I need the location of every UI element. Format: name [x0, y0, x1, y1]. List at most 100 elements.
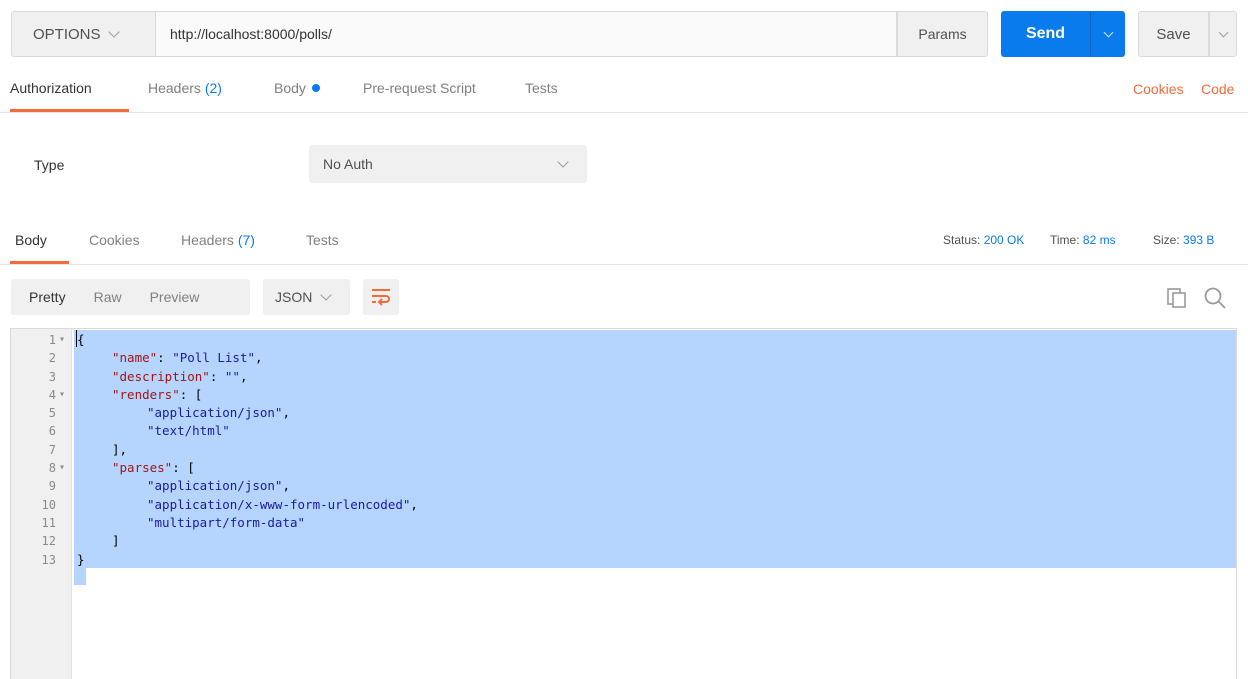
- text-selection-end: [74, 568, 86, 585]
- json-punctuation: {: [77, 332, 85, 347]
- line-number: 7: [48, 442, 56, 457]
- json-punctuation: :: [209, 368, 225, 384]
- json-key: "name": [112, 350, 158, 366]
- response-tab-headers-label: Headers: [181, 232, 234, 248]
- tab-pre-request-script[interactable]: Pre-request Script: [363, 80, 476, 96]
- code-text: ]: [112, 532, 120, 550]
- code-line: 7],: [11, 441, 1236, 459]
- copy-icon[interactable]: [1166, 287, 1188, 309]
- tab-authorization[interactable]: Authorization: [10, 80, 92, 96]
- method-select[interactable]: OPTIONS: [11, 11, 155, 57]
- line-number: 8: [48, 461, 56, 476]
- response-tab-body[interactable]: Body: [15, 232, 47, 248]
- code-line: 6 "text/html": [11, 422, 1236, 440]
- json-punctuation: ,: [255, 350, 263, 366]
- chevron-down-icon: [107, 25, 120, 38]
- send-options-button[interactable]: [1090, 11, 1125, 57]
- status-value: 200 OK: [983, 233, 1025, 247]
- size-value: 393 B: [1183, 233, 1215, 247]
- chevron-down-icon: [557, 156, 569, 168]
- code-text: "renders": [: [112, 386, 202, 404]
- send-button[interactable]: Send: [1001, 11, 1090, 57]
- save-button[interactable]: Save: [1138, 11, 1209, 57]
- code-line: 8 ▾ "parses": [: [11, 459, 1236, 477]
- json-punctuation: ,: [282, 478, 290, 494]
- json-string: "application/json": [147, 405, 283, 421]
- headers-count: (2): [204, 80, 222, 96]
- size-readout: Size: 393 B: [1153, 233, 1214, 247]
- time-value: 82 ms: [1082, 233, 1116, 247]
- json-punctuation: ],: [112, 441, 128, 457]
- code-text: ],: [112, 441, 127, 459]
- json-punctuation: ,: [282, 405, 290, 421]
- fold-toggle-icon[interactable]: ▾: [59, 331, 65, 349]
- code-line: 2 "name": "Poll List",: [11, 349, 1236, 367]
- status-readout: Status: 200 OK: [943, 233, 1024, 247]
- line-number: 4: [48, 387, 56, 402]
- code-text: "text/html": [147, 422, 230, 440]
- json-string: "text/html": [147, 423, 230, 439]
- wrap-lines-icon: [372, 289, 390, 306]
- code-text: "application/x-www-form-urlencoded",: [147, 496, 418, 514]
- json-string: "application/json": [147, 478, 283, 494]
- code-text: {: [77, 331, 85, 349]
- view-mode-raw[interactable]: Raw: [94, 289, 122, 305]
- code-line: 1 ▾ {: [11, 331, 1236, 349]
- json-punctuation: : [: [172, 460, 195, 476]
- auth-type-label: Type: [34, 157, 65, 173]
- line-number: 3: [48, 369, 56, 384]
- response-tab-cookies[interactable]: Cookies: [89, 232, 140, 248]
- code-line: 10 "application/x-www-form-urlencoded",: [11, 496, 1236, 514]
- size-label: Size:: [1153, 233, 1180, 247]
- method-label: OPTIONS: [33, 25, 101, 43]
- code-text: }: [77, 551, 85, 569]
- line-number: 13: [41, 552, 56, 567]
- json-key: "description": [112, 368, 210, 384]
- tab-headers-label: Headers: [148, 80, 201, 96]
- active-response-tab-indicator: [10, 261, 69, 264]
- fold-toggle-icon[interactable]: ▾: [59, 459, 65, 477]
- line-number: 1: [48, 333, 56, 347]
- code-line: 11 "multipart/form-data": [11, 514, 1236, 532]
- code-link[interactable]: Code: [1201, 81, 1234, 97]
- auth-type-value: No Auth: [323, 156, 373, 172]
- format-select[interactable]: JSON: [263, 279, 350, 315]
- line-number: 10: [41, 497, 56, 512]
- line-number: 9: [48, 479, 56, 494]
- request-bar: OPTIONS http://localhost:8000/polls/ Par…: [11, 11, 1237, 57]
- json-string: "multipart/form-data": [147, 514, 306, 530]
- view-mode-switcher: Pretty Raw Preview: [11, 279, 250, 315]
- params-button[interactable]: Params: [897, 11, 988, 57]
- json-punctuation: :: [157, 350, 173, 366]
- search-icon[interactable]: [1203, 286, 1227, 310]
- response-tab-tests[interactable]: Tests: [306, 232, 339, 248]
- format-value: JSON: [275, 289, 313, 305]
- chevron-down-icon: [1103, 27, 1113, 37]
- active-tab-indicator: [10, 109, 129, 112]
- tab-body[interactable]: Body: [274, 80, 320, 96]
- line-number: 11: [41, 515, 56, 530]
- tab-headers[interactable]: Headers (2): [148, 80, 222, 96]
- response-tabs: Body Cookies Headers (7) Tests Status: 2…: [0, 220, 1248, 265]
- code-line: 3 "description": "",: [11, 368, 1236, 386]
- code-line: 13}: [11, 551, 1236, 569]
- wrap-lines-button[interactable]: [363, 279, 399, 315]
- code-text: "description": "",: [112, 368, 248, 386]
- save-options-button[interactable]: [1209, 11, 1237, 57]
- cookies-link[interactable]: Cookies: [1133, 81, 1184, 97]
- request-tabs: Authorization Headers (2) Body Pre-reque…: [0, 68, 1248, 113]
- line-number: 12: [41, 534, 56, 549]
- response-body-editor[interactable]: 1 ▾{2 "name": "Poll List", 3 "description": …: [10, 328, 1237, 679]
- view-mode-preview[interactable]: Preview: [150, 289, 200, 305]
- fold-toggle-icon[interactable]: ▾: [59, 386, 65, 404]
- url-input[interactable]: http://localhost:8000/polls/: [155, 11, 897, 57]
- response-tab-headers[interactable]: Headers (7): [181, 232, 255, 248]
- status-label: Status:: [943, 233, 981, 247]
- code-text: "multipart/form-data": [147, 514, 305, 532]
- line-number: 2: [48, 351, 56, 366]
- view-mode-pretty[interactable]: Pretty: [29, 289, 66, 305]
- auth-type-select[interactable]: No Auth: [309, 145, 587, 183]
- chevron-down-icon: [1218, 27, 1228, 37]
- tab-tests[interactable]: Tests: [525, 80, 558, 96]
- time-readout: Time: 82 ms: [1050, 233, 1116, 247]
